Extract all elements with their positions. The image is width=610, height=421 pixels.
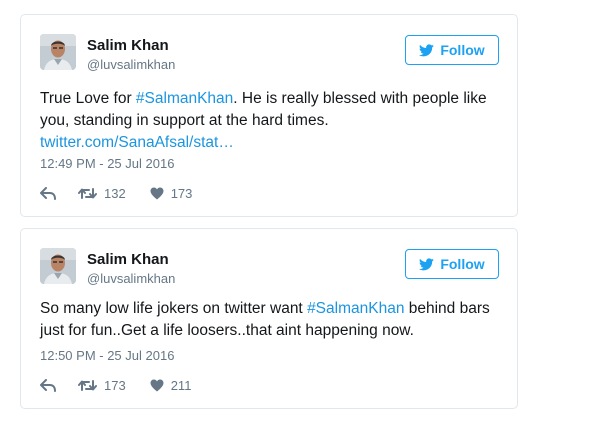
tweet-text-start: True Love for: [40, 90, 136, 107]
follow-label: Follow: [440, 256, 485, 272]
like-button[interactable]: 173: [150, 185, 193, 201]
tweet-actions: 132 173: [40, 183, 192, 203]
tweet-timestamp[interactable]: 12:49 PM - 25 Jul 2016: [40, 156, 174, 171]
reply-icon: [40, 378, 56, 392]
tweet-text-start: So many low life jokers on twitter want: [40, 300, 308, 317]
retweet-icon: [78, 379, 97, 391]
avatar-photo: [40, 248, 76, 284]
tweet-card[interactable]: Salim Khan @luvsalimkhan Follow True Lov…: [20, 14, 518, 217]
retweet-icon: [78, 187, 97, 199]
author-handle[interactable]: @luvsalimkhan: [87, 57, 175, 72]
like-count: 211: [170, 377, 192, 393]
retweet-count: 132: [104, 185, 126, 201]
like-button[interactable]: 211: [150, 377, 192, 393]
retweet-button[interactable]: 173: [78, 378, 126, 393]
retweet-count: 173: [104, 377, 126, 393]
twitter-bird-icon: [419, 257, 435, 271]
reply-icon: [40, 186, 56, 200]
tweet-text: So many low life jokers on twitter want …: [40, 298, 510, 342]
avatar[interactable]: [40, 34, 76, 70]
follow-label: Follow: [440, 42, 485, 58]
hashtag-link[interactable]: #SalmanKhan: [307, 300, 404, 317]
tweet-actions: 173 211: [40, 375, 191, 395]
tweet-timestamp[interactable]: 12:50 PM - 25 Jul 2016: [40, 348, 174, 363]
like-count: 173: [170, 185, 193, 201]
author-name[interactable]: Salim Khan: [87, 37, 169, 54]
twitter-bird-icon: [419, 43, 435, 57]
reply-button[interactable]: [40, 186, 56, 200]
retweet-button[interactable]: 132: [78, 186, 126, 201]
tweet-text: True Love for #SalmanKhan. He is really …: [40, 88, 510, 154]
hashtag-link[interactable]: #SalmanKhan: [136, 90, 233, 107]
tweet-card[interactable]: Salim Khan @luvsalimkhan Follow So many …: [20, 228, 518, 409]
tweet-feed: Salim Khan @luvsalimkhan Follow True Lov…: [0, 0, 610, 421]
heart-icon: [150, 187, 164, 199]
author-handle[interactable]: @luvsalimkhan: [87, 271, 175, 286]
avatar-photo: [40, 34, 76, 70]
author-name[interactable]: Salim Khan: [87, 251, 169, 268]
follow-button[interactable]: Follow: [405, 35, 499, 65]
heart-icon: [150, 379, 164, 391]
url-link[interactable]: twitter.com/SanaAfsal/stat…: [40, 132, 510, 154]
follow-button[interactable]: Follow: [405, 249, 499, 279]
avatar[interactable]: [40, 248, 76, 284]
reply-button[interactable]: [40, 378, 56, 392]
